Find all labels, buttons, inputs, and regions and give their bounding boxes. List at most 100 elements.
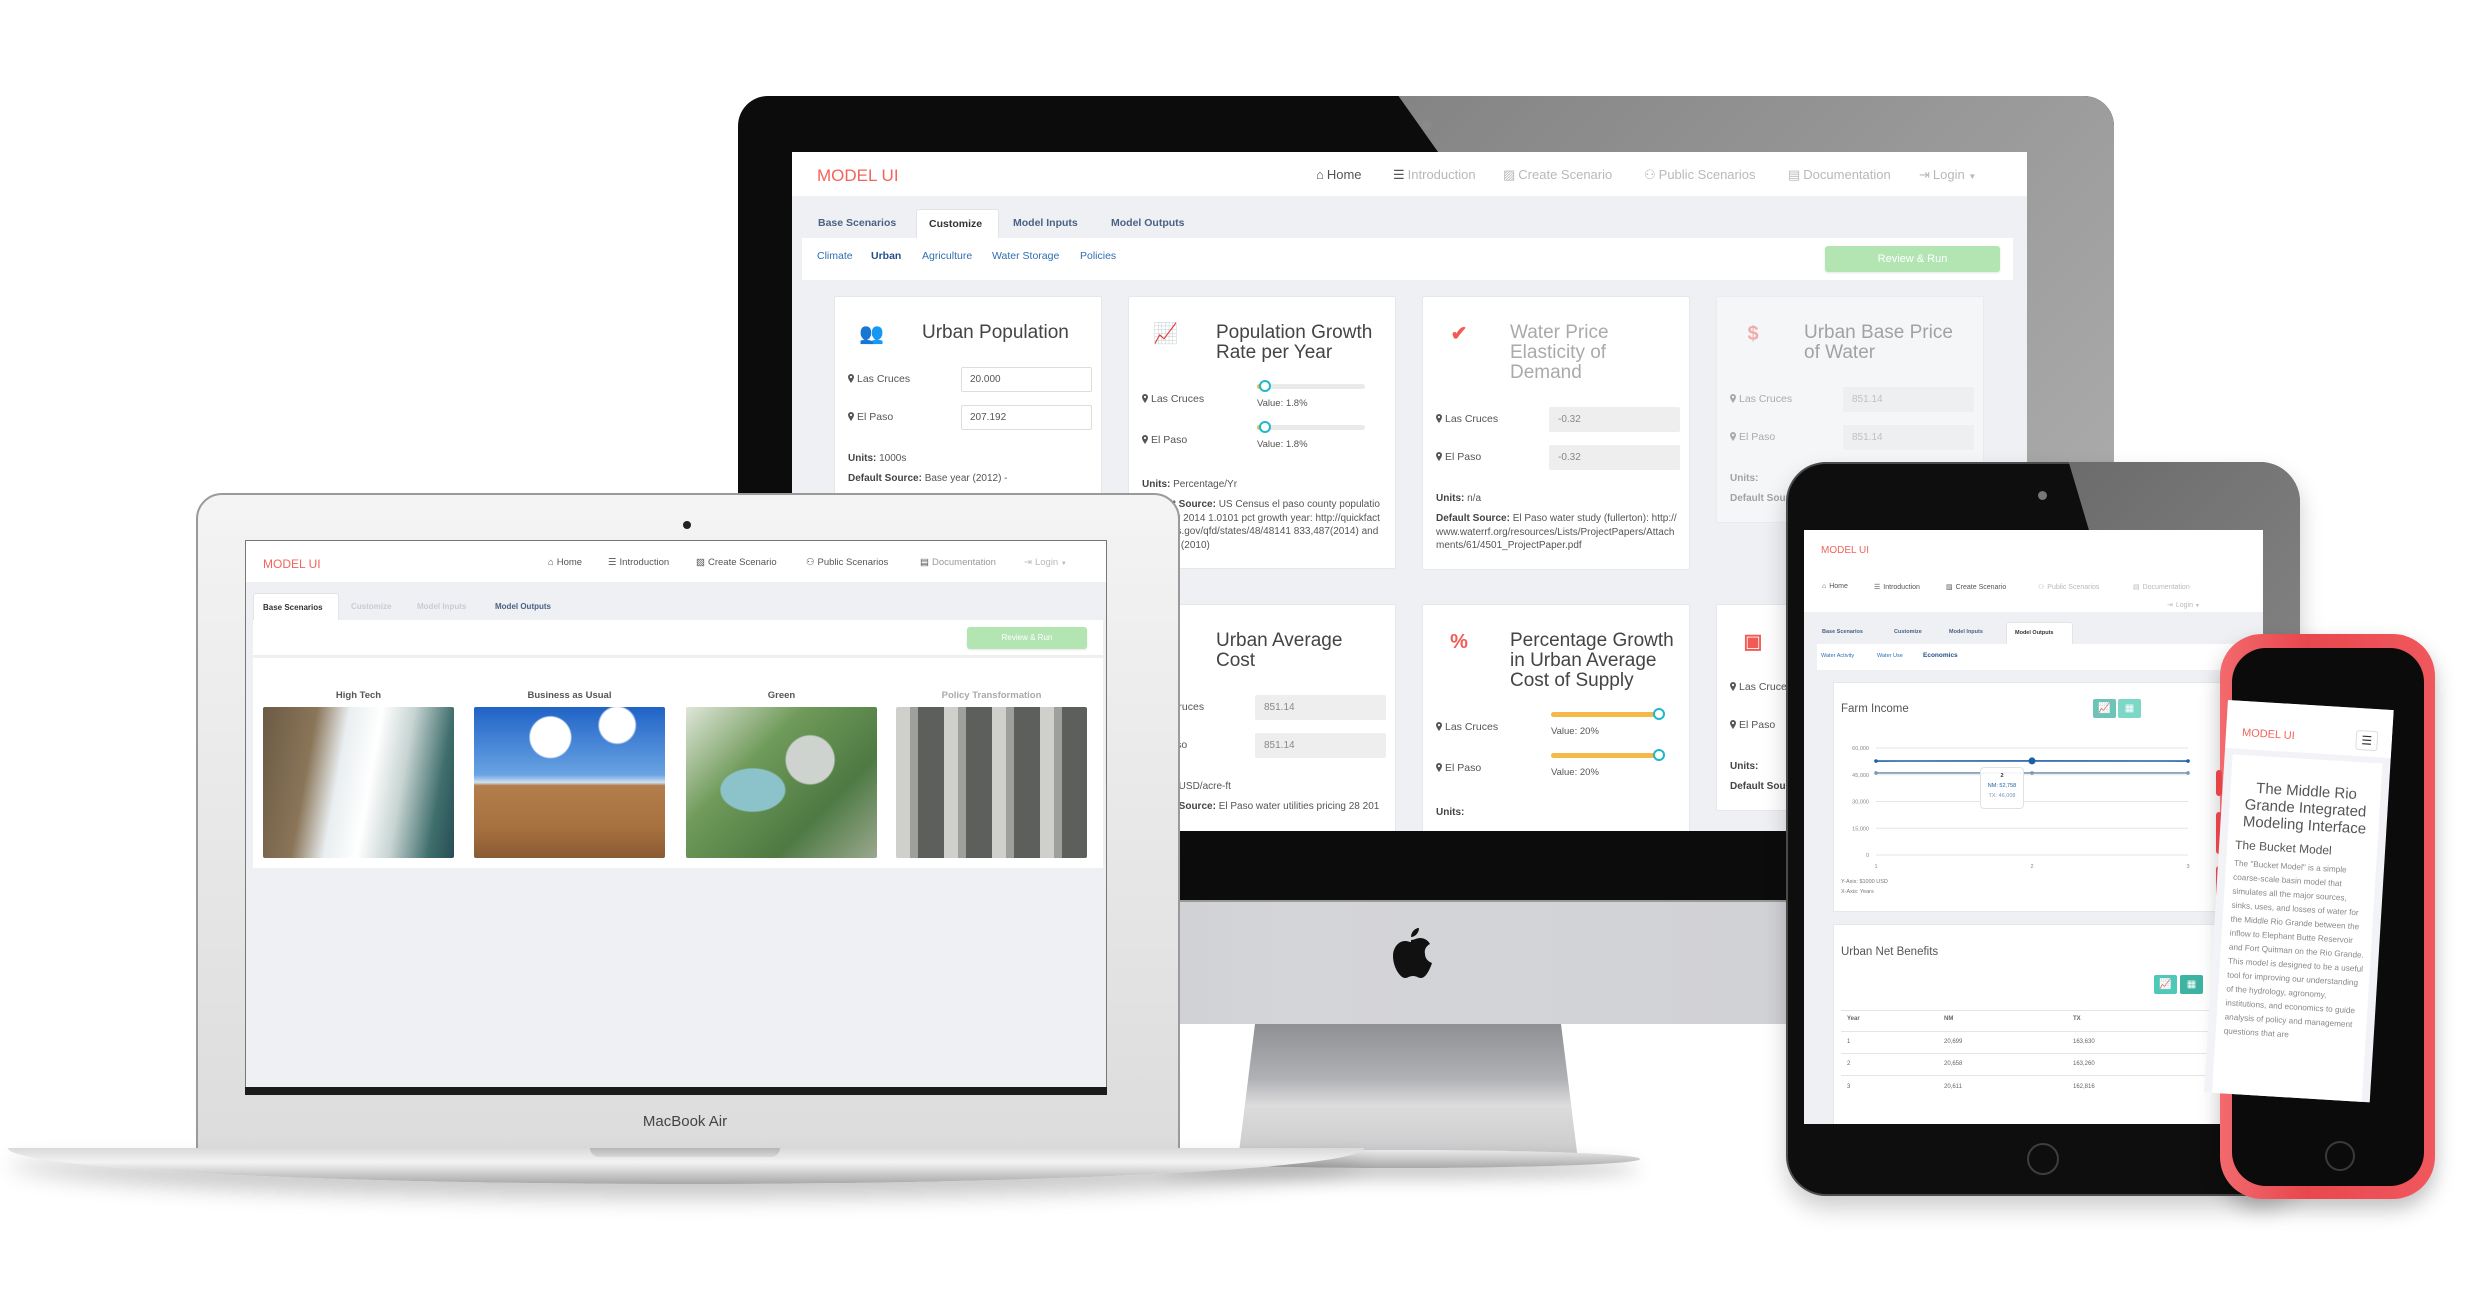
nav-documentation[interactable]: ▤ Documentation <box>2133 583 2190 591</box>
chart-view-button[interactable]: 📈 <box>2093 699 2116 718</box>
tab-model-outputs[interactable]: Model Outputs <box>1111 217 1185 229</box>
book-icon: ▤ <box>1788 167 1801 182</box>
subtab-urban[interactable]: Urban <box>871 250 901 262</box>
default-source-text: Default Source: El Paso water study (ful… <box>1436 512 1677 553</box>
units-text: Units: Percentage/Yr <box>1142 479 1383 490</box>
value-slider[interactable] <box>1551 749 1665 761</box>
value-input[interactable]: 20.000 <box>961 367 1092 392</box>
subtab-policies[interactable]: Policies <box>1080 250 1116 262</box>
units-label: Units: <box>1436 493 1465 504</box>
map-marker-icon <box>1142 394 1148 403</box>
table-icon: ▦ <box>2186 979 2197 990</box>
data-point-tx[interactable] <box>2030 771 2034 775</box>
hamburger-menu-icon[interactable]: ☰ <box>2355 729 2379 752</box>
nav-introduction[interactable]: ☰ Introduction <box>1874 583 1920 591</box>
value-slider[interactable] <box>1551 708 1665 720</box>
scenario-label-green: Green <box>767 690 796 701</box>
nav-create-scenario[interactable]: ▨ Create Scenario <box>696 557 777 568</box>
nav-create-scenario[interactable]: ▨ Create Scenario <box>1946 583 2006 591</box>
tab-customize[interactable]: Customize <box>1894 629 1922 635</box>
subtab-water-activity[interactable]: Water Activity <box>1821 653 1854 659</box>
table-cell: 20,699 <box>1944 1039 1963 1045</box>
table-cell: 3 <box>1847 1084 1851 1090</box>
map-marker-icon <box>848 374 854 383</box>
nav-login[interactable]: ⇥ Login ▼ <box>2167 601 2200 609</box>
brand-logo[interactable]: MODEL UI <box>817 166 899 186</box>
subtab-climate[interactable]: Climate <box>817 250 853 262</box>
slider-value: Value: 1.8% <box>1257 398 1308 409</box>
tab-base-scenarios[interactable]: Base Scenarios <box>1822 629 1863 635</box>
nav-login[interactable]: ⇥ Login ▼ <box>1919 167 1976 183</box>
tab-model-inputs[interactable]: Model Inputs <box>1949 629 1983 635</box>
location-name: El Paso <box>1445 762 1482 774</box>
y-axis-caption: Y-Axis: $1000 USD <box>1841 879 1888 885</box>
value-input: 851.14 <box>1255 695 1386 720</box>
nav-public-scenarios[interactable]: ⚇ Public Scenarios <box>806 557 888 568</box>
data-point-nm[interactable] <box>2028 757 2036 765</box>
map-marker-icon <box>1436 414 1442 423</box>
scenario-image-policy-transformation[interactable] <box>896 707 1087 858</box>
table-cell: 20,658 <box>1944 1061 1963 1067</box>
review-run-button[interactable]: Review & Run <box>967 627 1087 649</box>
tab-model-outputs[interactable]: Model Outputs <box>2006 622 2073 645</box>
scenario-image-business-as-usual[interactable] <box>474 707 665 858</box>
line-chart-icon: 📈 <box>2098 703 2111 714</box>
brand-logo[interactable]: MODEL UI <box>263 557 321 571</box>
table-header-nm: NM <box>1944 1016 1954 1022</box>
tab-base-scenarios[interactable]: Base Scenarios <box>253 593 339 621</box>
value-input: 851.14 <box>1843 425 1974 450</box>
nav-introduction[interactable]: ☰ Introduction <box>1393 167 1476 183</box>
tab-model-inputs[interactable]: Model Inputs <box>1013 217 1078 229</box>
table-view-button[interactable]: ▦ <box>2180 975 2203 994</box>
table-view-button[interactable]: ▦ <box>2118 699 2141 718</box>
table-divider <box>1841 1053 2251 1054</box>
subtab-water-use[interactable]: Water Use <box>1877 653 1903 659</box>
tab-model-outputs[interactable]: Model Outputs <box>495 602 551 611</box>
input-row: El Paso 851.14 <box>1730 419 1974 457</box>
chart-view-button[interactable]: 📈 <box>2154 975 2177 994</box>
slider-handle[interactable] <box>1258 380 1271 392</box>
nav-documentation[interactable]: ▤ Documentation <box>920 557 996 568</box>
tab-customize[interactable]: Customize <box>351 602 391 611</box>
nav-documentation-label: Documentation <box>931 557 996 568</box>
nav-public-scenarios[interactable]: ⚇ Public Scenarios <box>1644 167 1755 183</box>
value-slider[interactable] <box>1257 421 1365 433</box>
data-point-nm[interactable] <box>1874 759 1878 763</box>
scenario-image-high-tech[interactable] <box>263 707 454 858</box>
location-label: Las Cruces <box>1142 393 1204 405</box>
nav-documentation[interactable]: ▤ Documentation <box>1788 167 1891 183</box>
data-point-tx[interactable] <box>1874 771 1878 775</box>
nav-public-scenarios[interactable]: ⚇ Public Scenarios <box>2038 583 2099 591</box>
slider-handle[interactable] <box>1653 749 1665 761</box>
table-cell: 163,630 <box>2073 1039 2095 1045</box>
subtab-agriculture[interactable]: Agriculture <box>922 250 972 262</box>
nav-home[interactable]: ⌂ Home <box>548 557 582 568</box>
nav-home[interactable]: ⌂ Home <box>1822 583 1848 590</box>
review-run-button[interactable]: Review & Run <box>1825 246 2000 272</box>
value-slider[interactable] <box>1257 380 1365 392</box>
data-point-nm[interactable] <box>2186 759 2190 763</box>
users-icon: ⚇ <box>2038 584 2045 591</box>
percent-icon: % <box>1450 631 1468 653</box>
tab-model-inputs[interactable]: Model Inputs <box>417 602 466 611</box>
phone-home-button[interactable] <box>2325 1141 2355 1171</box>
tab-customize[interactable]: Customize <box>916 209 999 239</box>
data-point-tx[interactable] <box>2186 771 2190 775</box>
tab-base-scenarios[interactable]: Base Scenarios <box>818 217 896 229</box>
units-label: Units: <box>1730 473 1759 484</box>
nav-create-scenario[interactable]: ▨ Create Scenario <box>1503 167 1612 183</box>
subtab-economics[interactable]: Economics <box>1923 652 1958 659</box>
nav-introduction[interactable]: ☰ Introduction <box>608 557 669 568</box>
brand-logo[interactable]: MODEL UI <box>1821 545 1869 556</box>
x-axis-caption: X-Axis: Years <box>1841 889 1874 895</box>
slider-handle[interactable] <box>1653 708 1665 720</box>
units-value: Percentage/Yr <box>1173 479 1238 490</box>
nav-home[interactable]: ⌂ Home <box>1316 167 1362 182</box>
tablet-home-button[interactable] <box>2027 1143 2059 1175</box>
slider-handle[interactable] <box>1258 421 1271 433</box>
location-label: Las Cruces <box>1730 393 1792 405</box>
nav-login[interactable]: ⇥ Login ▼ <box>1024 557 1067 568</box>
value-input[interactable]: 207.192 <box>961 405 1092 430</box>
scenario-image-green[interactable] <box>686 707 877 858</box>
subtab-water-storage[interactable]: Water Storage <box>992 250 1059 262</box>
